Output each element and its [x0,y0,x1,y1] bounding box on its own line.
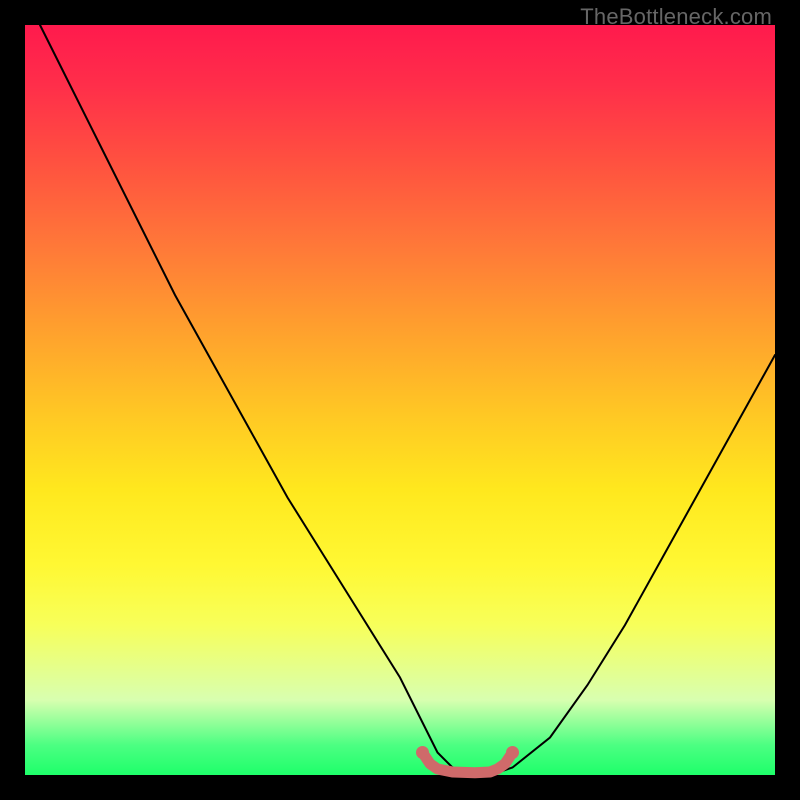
curve-layer [25,25,775,775]
range-marker-endpoint [506,746,519,759]
range-marker-endpoint [416,746,429,759]
chart-frame: TheBottleneck.com [0,0,800,800]
watermark-text: TheBottleneck.com [580,4,772,30]
bottleneck-curve [40,25,775,775]
plot-area [25,25,775,775]
range-marker [423,753,513,773]
